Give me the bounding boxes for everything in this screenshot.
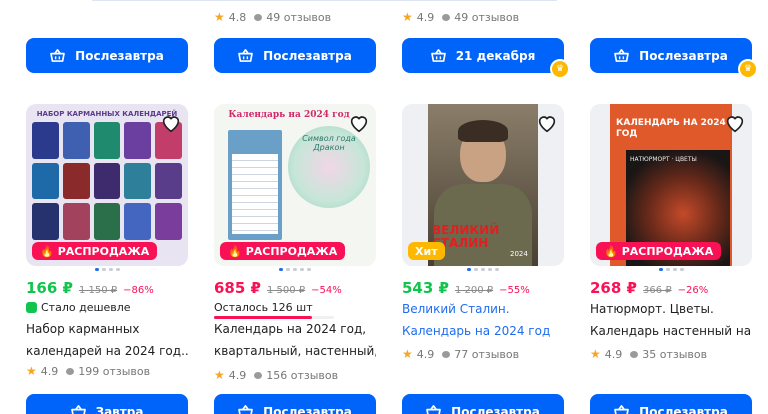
rating-value: 4.8: [228, 10, 247, 24]
product-title[interactable]: Календарь на 2024 год, квартальный, наст…: [214, 318, 376, 362]
price: 166 ₽: [26, 279, 73, 297]
image-caption: КАЛЕНДАРЬ НА 2024 ГОД: [616, 118, 726, 139]
speech-bubble-icon: [254, 371, 263, 379]
discount: −54%: [311, 285, 342, 296]
add-to-cart-button[interactable]: Послезавтра: [402, 394, 564, 414]
basket-icon: [614, 49, 630, 62]
fire-icon: 🔥: [604, 244, 618, 258]
rating: ★ 4.9 77 отзывов: [402, 347, 520, 361]
add-to-cart-button[interactable]: Послезавтра: [214, 394, 376, 414]
price-row: 543 ₽ 1 200 ₽ −55%: [402, 279, 530, 297]
image-caption: Календарь на 2024 год: [228, 110, 350, 120]
price-row: 166 ₽ 1 150 ₽ −86%: [26, 279, 154, 297]
price: 543 ₽: [402, 279, 449, 297]
stock-note: Осталось 126 шт: [214, 301, 313, 314]
basket-icon: [426, 405, 442, 414]
old-price: 1 500 ₽: [266, 285, 306, 296]
image-pager: [402, 268, 564, 271]
crown-icon: ♛: [550, 59, 570, 79]
image-subcaption: НАТЮРМОРТ · ЦВЕТЫ: [630, 156, 697, 163]
speech-bubble-icon: [442, 13, 451, 21]
add-to-cart-button[interactable]: Завтра: [26, 394, 188, 414]
top-divider: [92, 0, 557, 1]
speech-bubble-icon: [66, 367, 75, 375]
fire-icon: 🔥: [40, 244, 54, 258]
image-pager: [590, 268, 752, 271]
add-to-cart-button[interactable]: Послезавтра: [214, 38, 376, 73]
star-icon: ★: [26, 364, 37, 378]
product-title[interactable]: Великий Сталин. Календарь на 2024 год: [402, 298, 564, 342]
product-title[interactable]: Набор карманных календарей на 2024 год..…: [26, 318, 188, 362]
sale-badge: 🔥 РАСПРОДАЖА: [596, 242, 722, 260]
reviews-count[interactable]: 77 отзывов: [454, 348, 519, 361]
reviews-count[interactable]: 49 отзывов: [454, 11, 519, 24]
star-icon: ★: [214, 368, 225, 382]
image-subcaption: Символ года Дракон: [302, 134, 356, 152]
crown-icon: ♛: [738, 59, 758, 79]
add-to-cart-button[interactable]: Послезавтра: [26, 38, 188, 73]
heart-icon[interactable]: [536, 112, 558, 134]
image-pager: [26, 268, 188, 271]
heart-icon[interactable]: [348, 112, 370, 134]
price: 268 ₽: [590, 279, 637, 297]
heart-icon[interactable]: [724, 112, 746, 134]
image-pager: [214, 268, 376, 271]
old-price: 1 200 ₽: [454, 285, 494, 296]
delivery-date: 21 декабря: [455, 48, 536, 63]
rating: ★ 4.9 35 отзывов: [590, 347, 708, 361]
speech-bubble-icon: [630, 350, 639, 358]
star-icon: ★: [590, 347, 601, 361]
sale-badge: 🔥 РАСПРОДАЖА: [220, 242, 346, 260]
add-to-cart-button[interactable]: Послезавтра: [590, 394, 752, 414]
reviews-count[interactable]: 199 отзывов: [78, 365, 150, 378]
image-year: 2024: [510, 250, 528, 258]
star-icon: ★: [214, 10, 225, 24]
basket-icon: [50, 49, 66, 62]
add-to-cart-button[interactable]: 21 декабря: [402, 38, 564, 73]
rating: ★ 4.9 199 отзывов: [26, 364, 151, 378]
calendar-art: [232, 154, 278, 234]
old-price: 1 150 ₽: [78, 285, 118, 296]
basket-icon: [238, 49, 254, 62]
product-image[interactable]: Календарь на 2024 год Символ года Дракон…: [214, 104, 376, 266]
product-image[interactable]: ВЕЛИКИЙ СТАЛИН 2024 Хит: [402, 104, 564, 266]
hit-badge: Хит: [408, 242, 445, 260]
price: 685 ₽: [214, 279, 261, 297]
heart-icon[interactable]: [160, 112, 182, 134]
price-row: 268 ₽ 366 ₽ −26%: [590, 279, 708, 297]
discount: −55%: [499, 285, 530, 296]
price-row: 685 ₽ 1 500 ₽ −54%: [214, 279, 342, 297]
sale-badge: 🔥 РАСПРОДАЖА: [32, 242, 158, 260]
speech-bubble-icon: [442, 350, 451, 358]
rating: ★ 4.9 156 отзывов: [214, 368, 339, 382]
discount: −86%: [123, 285, 154, 296]
discount: −26%: [677, 285, 709, 296]
price-drop-note: Стало дешевле: [26, 301, 131, 314]
delivery-date: Послезавтра: [639, 48, 728, 63]
star-icon: ★: [402, 10, 413, 24]
product-image[interactable]: КАЛЕНДАРЬ НА 2024 ГОД НАТЮРМОРТ · ЦВЕТЫ …: [590, 104, 752, 266]
reviews-count[interactable]: 35 отзывов: [642, 348, 707, 361]
basket-icon: [614, 405, 630, 414]
rating: ★ 4.9 49 отзывов: [402, 10, 519, 24]
product-title[interactable]: Натюрморт. Цветы. Календарь настенный на…: [590, 298, 752, 342]
basket-icon: [70, 405, 86, 414]
basket-icon: [238, 405, 254, 414]
add-to-cart-button[interactable]: Послезавтра: [590, 38, 752, 73]
calendar-grid-art: [32, 122, 182, 240]
reviews-count[interactable]: 156 отзывов: [266, 369, 338, 382]
old-price: 366 ₽: [642, 285, 672, 296]
delivery-date: Послезавтра: [75, 48, 164, 63]
fire-icon: 🔥: [228, 244, 242, 258]
rating-value: 4.9: [416, 10, 435, 24]
reviews-count[interactable]: 49 отзывов: [266, 11, 331, 24]
speech-bubble-icon: [254, 13, 263, 21]
delivery-date: Послезавтра: [263, 48, 352, 63]
basket-icon: [430, 49, 446, 62]
portrait-hair: [458, 120, 508, 142]
product-image[interactable]: НАБОР КАРМАННЫХ КАЛЕНДАРЕЙ 🔥 РАСПРОДАЖА: [26, 104, 188, 266]
price-down-icon: [26, 302, 37, 313]
star-icon: ★: [402, 347, 413, 361]
rating: ★ 4.8 49 отзывов: [214, 10, 331, 24]
